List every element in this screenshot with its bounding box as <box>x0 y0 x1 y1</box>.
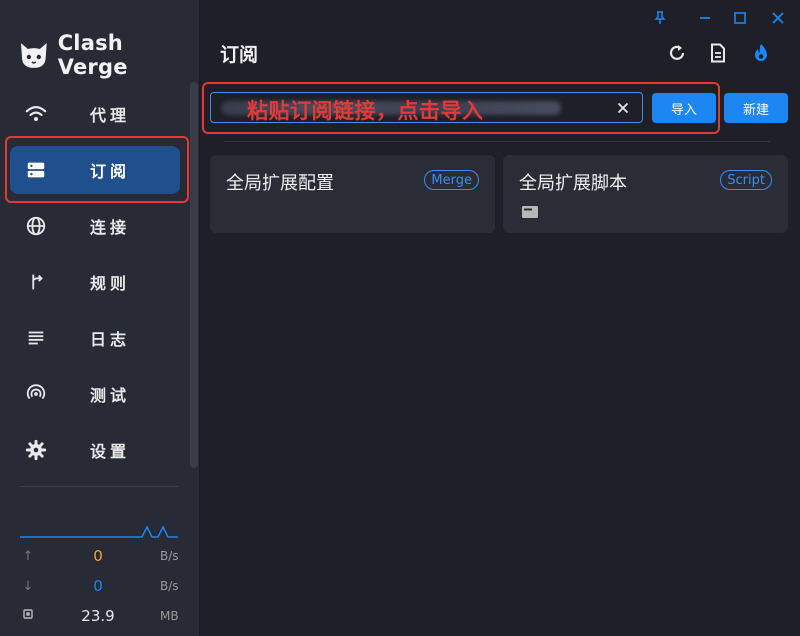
memory-chip-icon <box>20 608 36 624</box>
download-stat: ↓ 0 B/s <box>20 576 180 596</box>
sidebar: Clash Verge 代理 订阅 连接 规则 日志 测试 设置 ↑ 0 B/s… <box>0 0 200 636</box>
new-button[interactable]: 新建 <box>724 93 788 123</box>
traffic-graph <box>20 525 178 538</box>
sidebar-item-rules[interactable]: 规则 <box>10 258 180 306</box>
clear-input-icon[interactable] <box>614 99 632 117</box>
upload-value: 0 <box>93 547 103 565</box>
file-icon <box>522 206 538 218</box>
minimize-icon[interactable] <box>695 8 715 28</box>
memory-stat: 23.9 MB <box>20 606 180 626</box>
sidebar-item-label: 代理 <box>90 106 131 125</box>
brand: Clash Verge <box>18 31 199 79</box>
sidebar-item-label: 规则 <box>90 274 131 293</box>
sidebar-divider <box>20 486 178 487</box>
sidebar-item-proxies[interactable]: 代理 <box>10 90 180 138</box>
arrow-down-icon: ↓ <box>22 578 34 594</box>
refresh-icon[interactable] <box>666 42 688 64</box>
card-title: 全局扩展配置 <box>226 173 334 194</box>
sidebar-scrollbar[interactable] <box>190 82 198 468</box>
pin-icon[interactable] <box>650 8 670 28</box>
upload-unit: B/s <box>160 549 179 563</box>
card-type-badge: Merge <box>424 170 479 190</box>
arrow-up-icon: ↑ <box>22 548 34 564</box>
subscription-url-input[interactable]: 粘贴订阅链接，点击导入 <box>210 92 643 123</box>
gear-icon <box>24 438 48 462</box>
document-icon[interactable] <box>707 42 729 64</box>
sidebar-item-connections[interactable]: 连接 <box>10 202 180 250</box>
fork-arrow-icon <box>24 270 48 294</box>
radar-icon <box>24 382 48 406</box>
download-unit: B/s <box>160 579 179 593</box>
sidebar-item-label: 连接 <box>90 218 131 237</box>
import-button[interactable]: 导入 <box>652 93 716 123</box>
memory-value: 23.9 <box>81 607 115 625</box>
cat-logo-icon <box>20 43 47 68</box>
sidebar-item-label: 订阅 <box>90 162 131 181</box>
close-icon[interactable] <box>768 8 788 28</box>
content-divider <box>224 141 770 142</box>
card-title: 全局扩展脚本 <box>519 173 627 194</box>
lines-icon <box>24 326 48 350</box>
upload-stat: ↑ 0 B/s <box>20 546 180 566</box>
sidebar-item-label: 设置 <box>90 442 131 461</box>
card-type-badge: Script <box>720 170 772 190</box>
server-icon <box>24 158 48 182</box>
sidebar-item-label: 测试 <box>90 386 131 405</box>
sidebar-item-label: 日志 <box>90 330 131 349</box>
sidebar-item-logs[interactable]: 日志 <box>10 314 180 362</box>
memory-unit: MB <box>160 609 179 623</box>
wifi-icon <box>24 102 48 126</box>
maximize-icon[interactable] <box>730 8 750 28</box>
script-profile-card[interactable]: 全局扩展脚本 Script <box>503 155 788 233</box>
sidebar-item-settings[interactable]: 设置 <box>10 426 180 474</box>
paste-hint-annotation: 粘贴订阅链接，点击导入 <box>247 99 484 123</box>
sidebar-item-profiles[interactable]: 订阅 <box>10 146 180 194</box>
sidebar-nav: 代理 订阅 连接 规则 日志 测试 设置 <box>0 90 190 482</box>
download-value: 0 <box>93 577 103 595</box>
merge-profile-card[interactable]: 全局扩展配置 Merge <box>210 155 495 233</box>
sidebar-item-test[interactable]: 测试 <box>10 370 180 418</box>
flame-icon[interactable] <box>750 42 772 64</box>
app-name: Clash Verge <box>57 31 128 79</box>
globe-icon <box>24 214 48 238</box>
page-title: 订阅 <box>220 44 259 66</box>
